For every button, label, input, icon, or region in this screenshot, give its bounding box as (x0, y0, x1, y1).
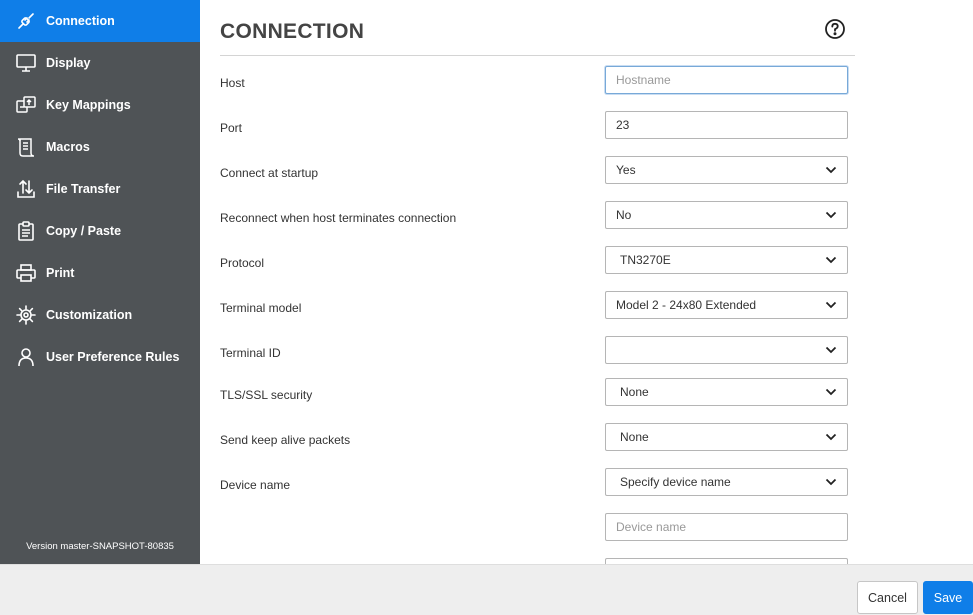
sidebar-item-key-mappings[interactable]: Key Mappings (0, 84, 200, 126)
footer-bar: Cancel Save (0, 564, 973, 615)
main-content: CONNECTION Host Port Connect at startup … (200, 0, 973, 564)
chevron-down-icon (825, 388, 837, 396)
connect-at-startup-label: Connect at startup (220, 166, 319, 180)
select-value: None (620, 430, 649, 444)
terminal-model-select[interactable]: Model 2 - 24x80 Extended (605, 291, 848, 319)
sidebar-item-file-transfer[interactable]: File Transfer (0, 168, 200, 210)
printer-icon (15, 262, 37, 284)
gear-icon (15, 304, 37, 326)
clipboard-icon (15, 220, 37, 242)
sidebar-item-label: Macros (46, 140, 90, 154)
device-name-label: Device name (220, 478, 291, 492)
sidebar-item-label: Customization (46, 308, 133, 322)
sidebar-item-connection[interactable]: Connection (0, 0, 200, 42)
chevron-down-icon (825, 211, 837, 219)
terminal-id-label: Terminal ID (220, 346, 281, 360)
chevron-down-icon (825, 166, 837, 174)
sidebar-item-user-preference-rules[interactable]: User Preference Rules (0, 336, 200, 378)
connection-plug-icon (15, 10, 37, 32)
chevron-down-icon (825, 478, 837, 486)
select-value: TN3270E (620, 253, 671, 267)
sidebar-item-macros[interactable]: Macros (0, 126, 200, 168)
connect-at-startup-select[interactable]: Yes (605, 156, 848, 184)
file-transfer-icon (15, 178, 37, 200)
tls-ssl-security-select[interactable]: None (605, 378, 848, 406)
sidebar-item-label: Display (46, 56, 91, 70)
sidebar-item-customization[interactable]: Customization (0, 294, 200, 336)
macros-scroll-icon (15, 136, 37, 158)
protocol-select[interactable]: TN3270E (605, 246, 848, 274)
select-value: Specify device name (620, 475, 731, 489)
sidebar-item-print[interactable]: Print (0, 252, 200, 294)
sidebar-item-label: Key Mappings (46, 98, 131, 112)
version-text: Version master-SNAPSHOT-80835 (26, 541, 174, 552)
port-input[interactable] (605, 111, 848, 139)
host-label: Host (220, 76, 245, 90)
save-button[interactable]: Save (923, 581, 973, 614)
sidebar-item-label: Print (46, 266, 75, 280)
page-title: CONNECTION (220, 20, 365, 43)
chevron-down-icon (825, 346, 837, 354)
monitor-icon (15, 52, 37, 74)
select-value: Model 2 - 24x80 Extended (616, 298, 757, 312)
host-input[interactable] (605, 66, 848, 94)
reconnect-select[interactable]: No (605, 201, 848, 229)
sidebar-item-label: File Transfer (46, 182, 121, 196)
sidebar: Connection Display Key Mappings Macros F… (0, 0, 200, 564)
device-name-select[interactable]: Specify device name (605, 468, 848, 496)
protocol-label: Protocol (220, 256, 265, 270)
sidebar-item-copy-paste[interactable]: Copy / Paste (0, 210, 200, 252)
keep-alive-label: Send keep alive packets (220, 433, 351, 447)
key-mappings-icon (15, 94, 37, 116)
select-value: No (616, 208, 632, 222)
chevron-down-icon (825, 301, 837, 309)
sidebar-item-label: Connection (46, 14, 115, 28)
title-divider (220, 55, 855, 56)
port-label: Port (220, 121, 243, 135)
chevron-down-icon (825, 256, 837, 264)
terminal-id-select[interactable] (605, 336, 848, 364)
sidebar-item-label: User Preference Rules (46, 350, 180, 364)
keep-alive-select[interactable]: None (605, 423, 848, 451)
reconnect-label: Reconnect when host terminates connectio… (220, 211, 457, 225)
select-value: Yes (616, 163, 636, 177)
help-circle-icon[interactable] (824, 18, 846, 40)
chevron-down-icon (825, 433, 837, 441)
select-value: None (620, 385, 649, 399)
tls-ssl-security-label: TLS/SSL security (220, 388, 313, 402)
sidebar-item-label: Copy / Paste (46, 224, 122, 238)
device-name-input[interactable] (605, 513, 848, 541)
user-icon (15, 346, 37, 368)
terminal-model-label: Terminal model (220, 301, 302, 315)
sidebar-item-display[interactable]: Display (0, 42, 200, 84)
cancel-button[interactable]: Cancel (857, 581, 918, 614)
